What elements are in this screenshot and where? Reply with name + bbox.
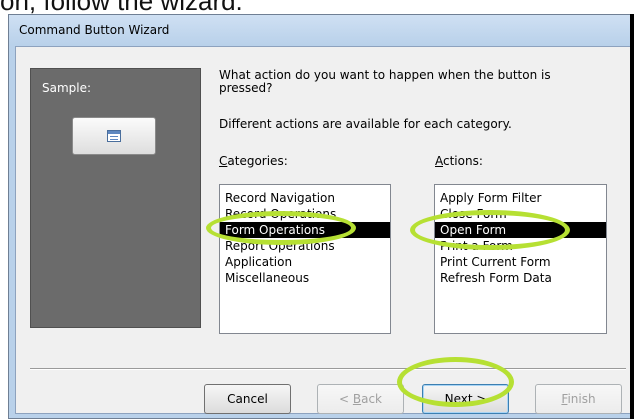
list-item[interactable]: Application xyxy=(220,254,390,270)
categories-label: Categories: xyxy=(219,154,288,168)
actions-label: Actions: xyxy=(435,154,483,168)
cancel-button[interactable]: Cancel xyxy=(204,384,291,414)
list-item[interactable]: Close Form xyxy=(435,206,606,222)
categories-listbox[interactable]: Record Navigation Record Operations Form… xyxy=(219,184,391,334)
finish-button[interactable]: Finish xyxy=(535,384,622,414)
wizard-client-area: Sample: What action do you want to happe… xyxy=(15,46,634,414)
back-button[interactable]: < Back xyxy=(317,384,404,414)
sample-label: Sample: xyxy=(42,81,92,95)
list-item[interactable]: Refresh Form Data xyxy=(435,270,606,286)
sample-command-button xyxy=(72,117,156,155)
window-title: Command Button Wizard xyxy=(19,23,170,37)
list-item[interactable]: Record Operations xyxy=(220,206,390,222)
list-item[interactable]: Record Navigation xyxy=(220,190,390,206)
next-button[interactable]: Next > xyxy=(422,384,509,414)
list-item[interactable]: Print a Form xyxy=(435,238,606,254)
button-separator xyxy=(30,368,626,370)
sample-panel: Sample: xyxy=(30,68,201,328)
list-item[interactable]: Print Current Form xyxy=(435,254,606,270)
list-item[interactable]: Apply Form Filter xyxy=(435,190,606,206)
list-item-selected[interactable]: Open Form xyxy=(435,222,606,238)
actions-listbox[interactable]: Apply Form Filter Close Form Open Form P… xyxy=(434,184,607,334)
question-text: What action do you want to happen when t… xyxy=(219,68,551,95)
hint-text: Different actions are available for each… xyxy=(219,117,512,131)
form-icon xyxy=(107,130,121,142)
wizard-window: Command Button Wizard Sample: What actio… xyxy=(8,14,634,419)
list-item[interactable]: Miscellaneous xyxy=(220,270,390,286)
title-bar[interactable]: Command Button Wizard xyxy=(9,15,634,45)
window-edge xyxy=(630,14,634,419)
list-item-selected[interactable]: Form Operations xyxy=(220,222,390,238)
list-item[interactable]: Report Operations xyxy=(220,238,390,254)
